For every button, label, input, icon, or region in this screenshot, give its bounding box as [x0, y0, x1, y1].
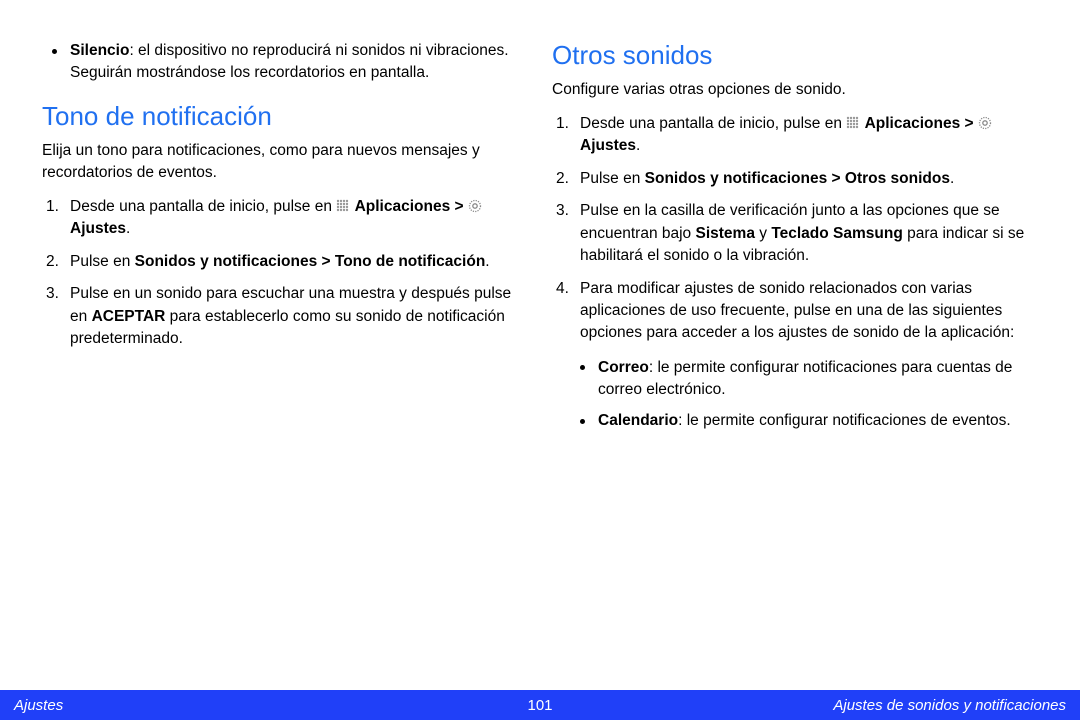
text: : le permite configurar notificaciones d…	[678, 412, 1011, 429]
bold: Ajustes	[70, 220, 126, 237]
heading-otros: Otros sonidos	[552, 40, 1038, 71]
gear-icon	[468, 198, 482, 212]
intro-otros: Configure varias otras opciones de sonid…	[552, 79, 1038, 101]
apps-grid-icon	[336, 198, 350, 212]
otros-sublist: Correo: le permite configurar notificaci…	[580, 357, 1038, 432]
heading-tono: Tono de notificación	[42, 101, 528, 132]
otros-step-4: Para modificar ajustes de sonido relacio…	[580, 278, 1038, 432]
intro-tono: Elija un tono para notificaciones, como …	[42, 140, 528, 183]
footer-bar: Ajustes 101 Ajustes de sonidos y notific…	[0, 690, 1080, 720]
silencio-list: Silencio: el dispositivo no reproducirá …	[42, 40, 528, 83]
text: Para modificar ajustes de sonido relacio…	[580, 280, 1014, 342]
text: : le permite configurar notificaciones p…	[598, 359, 1012, 398]
left-column: Silencio: el dispositivo no reproducirá …	[42, 40, 528, 680]
bold: Calendario	[598, 412, 678, 429]
text: .	[950, 170, 954, 187]
apps-grid-icon	[846, 115, 860, 129]
tono-step-2: Pulse en Sonidos y notificaciones > Tono…	[70, 251, 528, 273]
bold: Ajustes	[580, 137, 636, 154]
content-area: Silencio: el dispositivo no reproducirá …	[0, 0, 1080, 690]
tono-step-1: Desde una pantalla de inicio, pulse en A…	[70, 196, 528, 241]
bold: Correo	[598, 359, 649, 376]
text: Pulse en	[70, 253, 135, 270]
otros-step-1: Desde una pantalla de inicio, pulse en A…	[580, 113, 1038, 158]
silencio-text: : el dispositivo no reproducirá ni sonid…	[70, 42, 509, 81]
sub-calendario: Calendario: le permite configurar notifi…	[598, 410, 1038, 432]
text: Pulse en	[580, 170, 645, 187]
footer-right: Ajustes de sonidos y notificaciones	[715, 697, 1066, 714]
text: .	[485, 253, 489, 270]
bold: ACEPTAR	[92, 308, 166, 325]
footer-left: Ajustes	[14, 697, 365, 714]
silencio-item: Silencio: el dispositivo no reproducirá …	[70, 40, 528, 83]
sub-correo: Correo: le permite configurar notificaci…	[598, 357, 1038, 400]
gear-icon	[978, 115, 992, 129]
text: y	[755, 225, 771, 242]
bold: Aplicaciones >	[355, 198, 468, 215]
text: .	[126, 220, 130, 237]
text: Desde una pantalla de inicio, pulse en	[580, 115, 846, 132]
silencio-label: Silencio	[70, 42, 129, 59]
bold: Sistema	[695, 225, 754, 242]
right-column: Otros sonidos Configure varias otras opc…	[552, 40, 1038, 680]
bold: Teclado Samsung	[771, 225, 903, 242]
bold: Aplicaciones >	[865, 115, 978, 132]
otros-step-2: Pulse en Sonidos y notificaciones > Otro…	[580, 168, 1038, 190]
footer-page-number: 101	[365, 697, 716, 714]
text: Desde una pantalla de inicio, pulse en	[70, 198, 336, 215]
steps-tono: Desde una pantalla de inicio, pulse en A…	[42, 196, 528, 351]
page-root: Silencio: el dispositivo no reproducirá …	[0, 0, 1080, 720]
text: .	[636, 137, 640, 154]
tono-step-3: Pulse en un sonido para escuchar una mue…	[70, 283, 528, 350]
steps-otros: Desde una pantalla de inicio, pulse en A…	[552, 113, 1038, 432]
bold: Sonidos y notificaciones > Otros sonidos	[645, 170, 950, 187]
otros-step-3: Pulse en la casilla de verificación junt…	[580, 200, 1038, 267]
bold: Sonidos y notificaciones > Tono de notif…	[135, 253, 486, 270]
